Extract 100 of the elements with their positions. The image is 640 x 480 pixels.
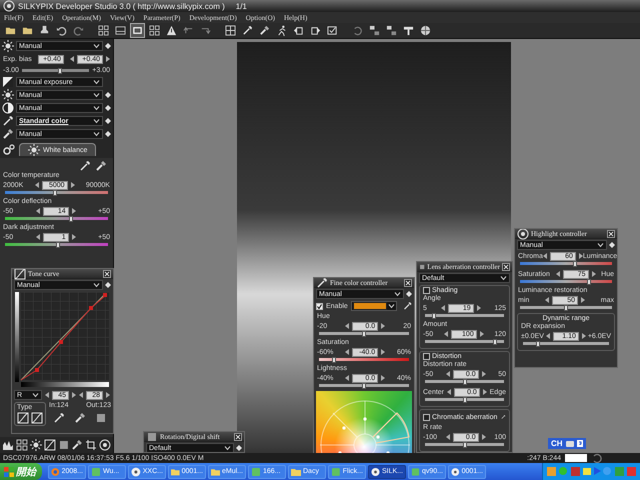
arrow-left-icon[interactable] <box>444 331 448 337</box>
color-dropdown[interactable] <box>350 301 397 311</box>
grid-icon[interactable] <box>16 439 28 451</box>
curve-icon[interactable] <box>44 439 56 451</box>
sun-icon[interactable] <box>30 439 42 451</box>
linear-curve-icon[interactable] <box>17 412 29 424</box>
arrow-left-icon[interactable] <box>446 434 450 440</box>
slider[interactable] <box>520 262 612 265</box>
slider-thumb[interactable] <box>432 313 436 319</box>
tone-curve-graph[interactable] <box>15 292 109 388</box>
arrow-right-icon[interactable] <box>582 333 586 339</box>
language-bar[interactable]: CH <box>548 438 586 449</box>
grid-icon[interactable] <box>147 23 162 38</box>
arrow-right-icon[interactable] <box>482 434 486 440</box>
crosshair-icon[interactable] <box>223 23 238 38</box>
slider[interactable] <box>5 191 108 194</box>
slider[interactable] <box>425 314 504 317</box>
arrow-right-icon[interactable] <box>592 271 596 277</box>
gears-icon[interactable] <box>3 144 15 156</box>
arrow-right-icon[interactable] <box>106 56 110 62</box>
slider-thumb[interactable] <box>53 190 58 196</box>
slider-thumb[interactable] <box>56 242 60 248</box>
arrow-right-icon[interactable] <box>581 297 586 303</box>
slider-thumb[interactable] <box>587 279 591 285</box>
brush-icon[interactable] <box>74 412 86 424</box>
slider[interactable] <box>425 398 504 401</box>
arrow-left-icon[interactable] <box>440 305 445 311</box>
refresh-icon[interactable] <box>591 452 603 464</box>
arrow-left-icon[interactable] <box>546 333 550 339</box>
square-icon[interactable] <box>58 439 70 451</box>
contrast-icon[interactable] <box>2 102 14 114</box>
close-button[interactable] <box>607 230 615 238</box>
slider[interactable] <box>22 68 90 72</box>
checkbox[interactable] <box>423 414 430 420</box>
arrow-right-icon[interactable] <box>70 182 75 188</box>
arrow-left-icon[interactable] <box>345 323 350 329</box>
slider[interactable] <box>319 358 409 361</box>
arrow-left-icon[interactable] <box>345 375 350 381</box>
arrow-left-icon[interactable] <box>542 253 547 259</box>
globe-icon[interactable] <box>418 23 433 38</box>
arrow-left-icon[interactable] <box>79 392 83 398</box>
slider-thumb[interactable] <box>462 397 466 403</box>
grid-icon[interactable] <box>96 23 111 38</box>
arrow-right-icon[interactable] <box>482 371 486 377</box>
arrow-left-icon[interactable] <box>34 182 39 188</box>
arrow-right-icon[interactable] <box>381 349 386 355</box>
arrow-right-icon[interactable] <box>381 323 386 329</box>
arrow-left-icon[interactable] <box>545 297 550 303</box>
pipette-icon[interactable] <box>53 412 66 424</box>
arrow-left-icon[interactable] <box>45 392 49 398</box>
crop-icon[interactable] <box>85 439 98 451</box>
slider-thumb[interactable] <box>362 383 366 389</box>
slider[interactable] <box>425 340 504 343</box>
brush-icon[interactable] <box>2 128 14 140</box>
slider[interactable] <box>520 306 612 309</box>
slider[interactable] <box>523 342 609 345</box>
arrow-left-icon[interactable] <box>446 389 451 395</box>
brush-icon[interactable] <box>95 160 107 172</box>
arrow-left-icon[interactable] <box>446 371 450 377</box>
close-button[interactable] <box>404 278 412 286</box>
slider-thumb[interactable] <box>462 442 466 448</box>
sun-icon[interactable] <box>2 89 14 101</box>
slider-thumb[interactable] <box>536 341 540 347</box>
spline-curve-icon[interactable] <box>31 412 43 424</box>
slider[interactable] <box>425 443 504 446</box>
close-button[interactable] <box>502 262 510 270</box>
arrow-right-icon[interactable] <box>578 253 583 259</box>
close-button[interactable] <box>234 432 242 440</box>
arrow-right-icon[interactable] <box>480 331 484 337</box>
slider-thumb[interactable] <box>58 68 62 74</box>
slider[interactable] <box>5 243 108 246</box>
arrow-right-icon[interactable] <box>476 305 481 311</box>
slider-thumb[interactable] <box>462 379 466 385</box>
slider-thumb[interactable] <box>564 305 568 311</box>
arrow-right-icon[interactable] <box>72 392 76 398</box>
slider[interactable] <box>5 217 108 220</box>
slider-thumb[interactable] <box>362 331 366 337</box>
single-view-icon[interactable] <box>130 23 145 38</box>
arrow-right-icon[interactable] <box>482 389 487 395</box>
close-button[interactable] <box>103 270 111 278</box>
brush-icon[interactable] <box>71 439 84 451</box>
slider-thumb[interactable] <box>573 261 578 267</box>
pipette-icon[interactable] <box>2 115 14 127</box>
slider-thumb[interactable] <box>68 216 73 222</box>
pipette-icon[interactable] <box>79 160 91 172</box>
arrow-right-icon[interactable] <box>72 208 76 214</box>
slider[interactable] <box>520 280 612 283</box>
arrow-right-icon[interactable] <box>381 375 386 381</box>
arrow-left-icon[interactable] <box>36 234 40 240</box>
arrow-right-icon[interactable] <box>72 234 76 240</box>
arrow-left-icon[interactable] <box>36 208 40 214</box>
slider[interactable] <box>319 384 409 387</box>
checkbox[interactable] <box>423 287 430 294</box>
arrow-right-icon[interactable] <box>106 392 110 398</box>
checkbox[interactable] <box>316 302 323 310</box>
pipette-icon[interactable] <box>402 300 412 312</box>
arrow-left-icon[interactable] <box>556 271 560 277</box>
slider[interactable] <box>425 380 504 383</box>
arrow-left-icon[interactable] <box>70 56 74 62</box>
lens-icon[interactable] <box>99 439 111 451</box>
